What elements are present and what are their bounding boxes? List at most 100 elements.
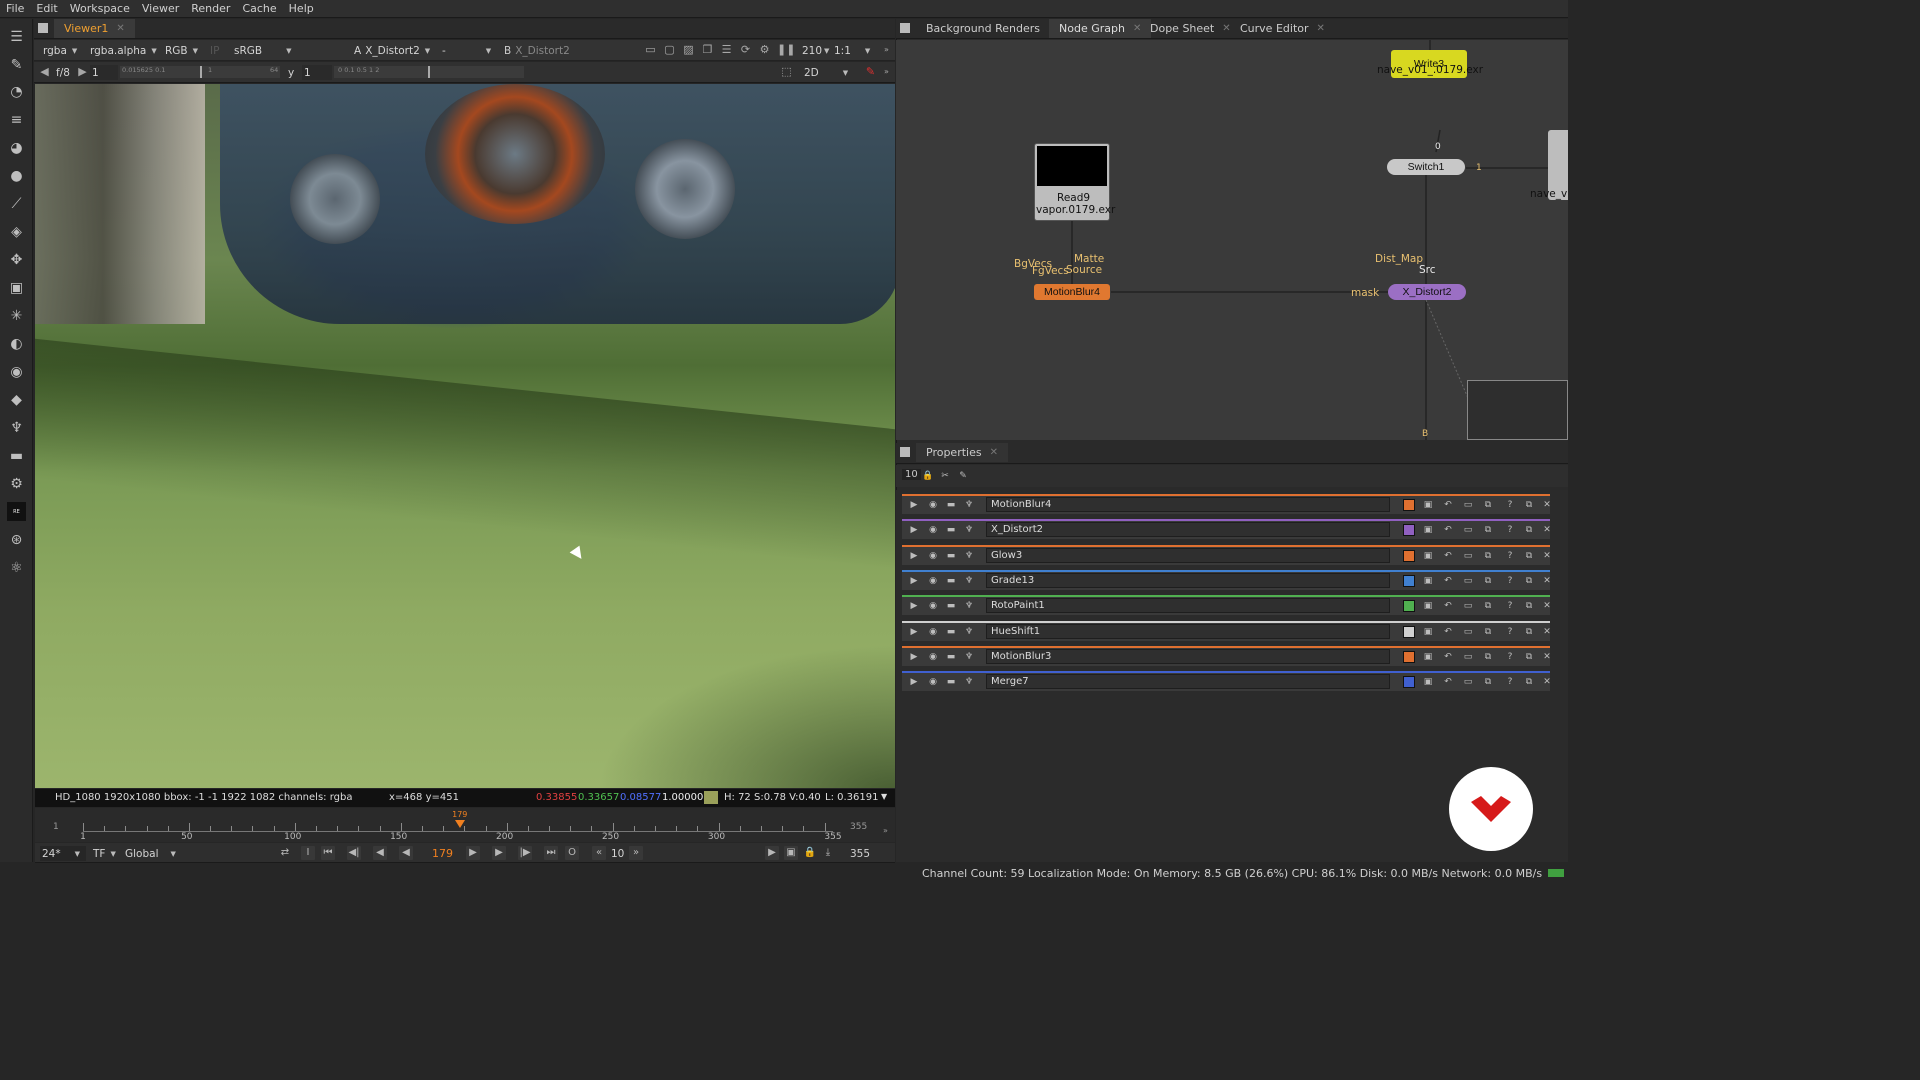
gamma-slider-handle[interactable] xyxy=(428,66,430,78)
metadata-icon[interactable]: ◆ xyxy=(7,390,26,409)
node-name-field[interactable]: HueShift1 xyxy=(986,623,1390,639)
revert-icon[interactable]: ↶ xyxy=(1442,676,1454,688)
properties-panel-row[interactable]: ▶ ◉ ▬ ♆ RotoPaint1 ▣ ↶ ▭ ⧉? ⧉ ✕ xyxy=(902,595,1553,616)
step-field[interactable]: 10 xyxy=(611,846,624,861)
restore-icon[interactable]: ▭ xyxy=(1462,600,1474,612)
node-graph-minimap[interactable] xyxy=(1467,380,1568,440)
expand-arrow-icon[interactable]: ▶ xyxy=(908,651,920,663)
deep-icon[interactable]: ◐ xyxy=(7,334,26,353)
gamma-slider[interactable]: 0 0.1 0.5 1 2 xyxy=(334,66,524,78)
float-panel-icon[interactable]: ♆ xyxy=(963,499,975,511)
region-select-icon[interactable]: ⬚ xyxy=(780,65,793,78)
node-switch1[interactable]: Switch1 xyxy=(1387,159,1465,175)
list-icon[interactable]: ☰ xyxy=(720,43,733,56)
tab-properties[interactable]: Properties ✕ xyxy=(916,443,1008,462)
viewer-eye-icon[interactable]: ◉ xyxy=(927,651,939,663)
tab-node-graph[interactable]: Node Graph ✕ xyxy=(1049,19,1152,38)
restore-icon[interactable]: ▭ xyxy=(1462,524,1474,536)
node-name-field[interactable]: Merge7 xyxy=(986,674,1390,690)
properties-panel-row[interactable]: ▶ ◉ ▬ ♆ Glow3 ▣ ↶ ▭ ⧉? ⧉ ✕ xyxy=(902,544,1553,565)
node-settings-icon[interactable]: ▬ xyxy=(945,575,957,587)
expand-arrow-icon[interactable]: ▶ xyxy=(908,626,920,638)
node-name-field[interactable]: Glow3 xyxy=(986,547,1390,563)
fps-dropdown[interactable]: 24* ▼ xyxy=(40,846,86,861)
furnace-icon[interactable]: ⚙ xyxy=(7,474,26,493)
merge-icon[interactable]: ◈ xyxy=(7,222,26,241)
menu-cache[interactable]: Cache xyxy=(242,2,276,15)
viewer-eye-icon[interactable]: ◉ xyxy=(927,550,939,562)
float-icon[interactable]: ⧉ xyxy=(1523,550,1535,562)
roi-icon[interactable]: ▭ xyxy=(644,43,657,56)
timeline-collapse-icon[interactable]: » xyxy=(883,826,888,835)
node-color-swatch[interactable] xyxy=(1403,524,1415,537)
channels-dropdown[interactable]: rgba ▼ xyxy=(43,43,77,58)
overlay-icon[interactable]: ❐ xyxy=(701,43,714,56)
copy-icon[interactable]: ⧉ xyxy=(1482,600,1494,612)
next-key-icon[interactable]: |▶ xyxy=(518,846,532,860)
b-input-dropdown[interactable]: B X_Distort2 xyxy=(504,43,570,58)
copy-icon[interactable]: ⧉ xyxy=(1482,524,1494,536)
float-icon[interactable]: ⧉ xyxy=(1523,524,1535,536)
a-input-dropdown[interactable]: A X_Distort2 ▼ xyxy=(354,43,430,58)
view-mode-dropdown[interactable]: 2D ▼ xyxy=(804,65,848,80)
node-color-swatch[interactable] xyxy=(1403,625,1415,638)
node-settings-icon[interactable]: ▬ xyxy=(945,600,957,612)
wipe-icon[interactable]: ▨ xyxy=(682,43,695,56)
copy-icon[interactable]: ⧉ xyxy=(1482,676,1494,688)
viewer-eye-icon[interactable]: ◉ xyxy=(927,600,939,612)
float-icon[interactable]: ⧉ xyxy=(1523,575,1535,587)
fstop-left-icon[interactable]: ◀ xyxy=(38,65,51,78)
properties-panel-row[interactable]: ▶ ◉ ▬ ♆ Merge7 ▣ ↶ ▭ ⧉? ⧉ ✕ xyxy=(902,671,1553,692)
ratio-dropdown[interactable]: 1:1 ▼ xyxy=(834,43,870,58)
float-panel-icon[interactable]: ♆ xyxy=(963,550,975,562)
prev-key-icon[interactable]: ◀| xyxy=(347,846,361,860)
float-icon[interactable]: ⧉ xyxy=(1523,651,1535,663)
edit-color-icon[interactable]: ▣ xyxy=(1422,676,1434,688)
paint-icon[interactable]: ✎ xyxy=(864,65,877,78)
refresh-icon[interactable]: ⟳ xyxy=(739,43,752,56)
close-icon[interactable]: ✕ xyxy=(1541,575,1553,587)
float-panel-icon[interactable]: ♆ xyxy=(963,575,975,587)
properties-panel-row[interactable]: ▶ ◉ ▬ ♆ HueShift1 ▣ ↶ ▭ ⧉? ⧉ ✕ xyxy=(902,620,1553,641)
node-name-field[interactable]: MotionBlur3 xyxy=(986,648,1390,664)
lock-icon[interactable]: 🔒 xyxy=(803,846,817,860)
edit-icon[interactable]: ✎ xyxy=(957,470,969,482)
pane-menu-icon[interactable] xyxy=(38,23,48,33)
revert-icon[interactable]: ↶ xyxy=(1442,524,1454,536)
clear-panels-icon[interactable]: ✂ xyxy=(939,470,951,482)
node-name-field[interactable]: Grade13 xyxy=(986,572,1390,588)
copy-icon[interactable]: ⧉ xyxy=(1482,499,1494,511)
node-read9[interactable]: Read9 vapor.0179.exr xyxy=(1034,143,1115,221)
node-name-field[interactable]: X_Distort2 xyxy=(986,522,1390,538)
prev-frame-icon[interactable]: ◀ xyxy=(373,846,387,860)
viewer-image[interactable] xyxy=(35,84,895,788)
edit-color-icon[interactable]: ▣ xyxy=(1422,524,1434,536)
timeline[interactable]: 1 179 355 » 1 50 100 150 200 250 300 355 xyxy=(35,808,895,842)
pause-icon[interactable]: ❚❚ xyxy=(777,43,795,56)
close-icon[interactable]: ✕ xyxy=(1541,550,1553,562)
close-icon[interactable]: ✕ xyxy=(1317,23,1325,34)
float-panel-icon[interactable]: ♆ xyxy=(963,524,975,536)
help-icon[interactable]: ? xyxy=(1504,524,1516,536)
close-icon[interactable]: ✕ xyxy=(1541,626,1553,638)
settings-icon[interactable]: ⚙ xyxy=(758,43,771,56)
close-icon[interactable]: ✕ xyxy=(1541,600,1553,612)
playhead-marker[interactable] xyxy=(455,820,466,828)
edit-color-icon[interactable]: ▣ xyxy=(1422,651,1434,663)
gain-field[interactable]: 1 xyxy=(90,65,118,80)
restore-icon[interactable]: ▭ xyxy=(1462,626,1474,638)
viewer-eye-icon[interactable]: ◉ xyxy=(927,626,939,638)
close-icon[interactable]: ✕ xyxy=(1541,676,1553,688)
play-forward-icon[interactable]: ▶ xyxy=(466,846,480,860)
restore-icon[interactable]: ▭ xyxy=(1462,676,1474,688)
close-icon[interactable]: ✕ xyxy=(1541,499,1553,511)
step-back-icon[interactable]: « xyxy=(592,846,606,860)
node-name-field[interactable]: RotoPaint1 xyxy=(986,598,1390,614)
draw-icon[interactable]: ✎ xyxy=(7,55,26,74)
tab-dope-sheet[interactable]: Dope Sheet ✕ xyxy=(1140,19,1241,38)
pane-menu-icon[interactable] xyxy=(900,23,910,33)
float-icon[interactable]: ⧉ xyxy=(1523,626,1535,638)
toolsets-icon[interactable]: ♆ xyxy=(7,418,26,437)
menu-file[interactable]: File xyxy=(6,2,24,15)
expand-arrow-icon[interactable]: ▶ xyxy=(908,499,920,511)
